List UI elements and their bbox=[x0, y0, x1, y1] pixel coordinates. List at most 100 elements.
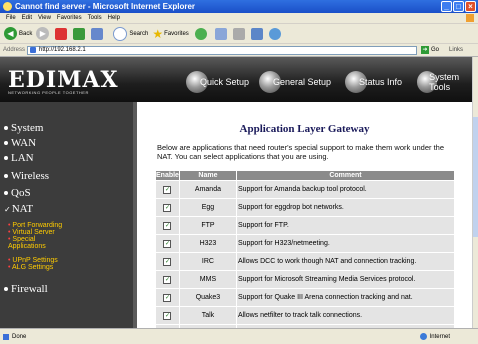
sidebar-item-label: NAT bbox=[11, 203, 34, 215]
table-row: ✓ Talk Allows netfilter to track talk conn… bbox=[156, 307, 454, 324]
table-row: ✓ Amanda Support for Amanda backup tool pr… bbox=[156, 181, 454, 198]
router-banner: EDIMAX NETWORKING PEOPLE TOGETHER Quick … bbox=[0, 57, 478, 102]
nav-system-tools[interactable]: System Tools bbox=[417, 71, 478, 93]
scrollbar-thumb[interactable] bbox=[473, 117, 478, 237]
address-input[interactable]: http://192.168.2.1 bbox=[27, 45, 417, 55]
col-name: Name bbox=[179, 171, 236, 180]
menu-file[interactable]: File bbox=[6, 15, 16, 21]
enable-checkbox[interactable]: ✓ bbox=[163, 185, 172, 194]
search-button[interactable]: Search bbox=[113, 26, 149, 41]
nav-status-info[interactable]: Status Info bbox=[345, 71, 403, 93]
menu-view[interactable]: View bbox=[38, 15, 51, 21]
table-row: ✓ H323 Support for H323/netmeeting. bbox=[156, 235, 454, 252]
sidebar-item-wan[interactable]: WAN bbox=[4, 137, 36, 149]
app-comment: Support for Quake III Arena connection t… bbox=[236, 289, 454, 306]
home-icon bbox=[91, 27, 104, 40]
sidebar-item-qos[interactable]: QoS bbox=[4, 187, 31, 199]
menu-help[interactable]: Help bbox=[108, 15, 120, 21]
messenger-button[interactable] bbox=[268, 27, 283, 40]
favorites-button[interactable]: ★ Favorites bbox=[152, 27, 188, 41]
enable-cell: ✓ bbox=[156, 217, 179, 234]
sidebar-item-wireless[interactable]: Wireless bbox=[4, 170, 49, 182]
stop-button[interactable] bbox=[55, 27, 69, 40]
check-icon: ✓ bbox=[4, 204, 11, 214]
bullet-icon bbox=[4, 287, 8, 291]
close-button[interactable]: × bbox=[465, 1, 476, 12]
app-comment: Support for Amanda backup tool protocol. bbox=[236, 181, 454, 198]
submenu-special-applications[interactable]: • Special Applications bbox=[8, 236, 68, 250]
nav-status-info-label: Status Info bbox=[359, 77, 403, 87]
menu-tools[interactable]: Tools bbox=[88, 15, 102, 21]
back-button[interactable]: ◀ Back bbox=[4, 27, 32, 40]
app-comment: Support for FTP. bbox=[236, 217, 454, 234]
enable-checkbox[interactable]: ✓ bbox=[163, 311, 172, 320]
forward-arrow-icon: ▶ bbox=[36, 27, 50, 40]
vertical-scrollbar[interactable] bbox=[472, 57, 478, 328]
menu-favorites[interactable]: Favorites bbox=[57, 15, 82, 21]
sidebar-item-label: QoS bbox=[11, 187, 31, 199]
sidebar-item-label: WAN bbox=[11, 137, 37, 149]
links-button[interactable]: Links bbox=[449, 47, 463, 53]
enable-cell: ✓ bbox=[156, 199, 179, 216]
alg-table: Enable Name Comment ✓ Amanda Support for A… bbox=[155, 170, 455, 328]
maximize-button[interactable]: □ bbox=[453, 1, 464, 12]
nav-general-setup[interactable]: General Setup bbox=[259, 71, 331, 93]
nav-quick-setup-label: Quick Setup bbox=[200, 77, 250, 87]
minimize-button[interactable]: _ bbox=[441, 1, 452, 12]
submenu-virtual-server[interactable]: • Virtual Server bbox=[8, 229, 55, 236]
security-zone: Internet bbox=[419, 333, 450, 340]
menu-edit[interactable]: Edit bbox=[22, 15, 32, 21]
bullet-icon bbox=[4, 141, 8, 145]
table-row: ✓ IRC Allows DCC to work though NAT and co… bbox=[156, 253, 454, 270]
mail-icon bbox=[214, 27, 227, 40]
submenu-label: UPnP Settings bbox=[12, 257, 58, 264]
submenu-port-forwarding[interactable]: • Port Forwarding bbox=[8, 222, 62, 229]
enable-checkbox[interactable]: ✓ bbox=[163, 275, 172, 284]
col-enable: Enable bbox=[156, 171, 179, 180]
address-bar: Address http://192.168.2.1 ➜ Go Links bbox=[0, 44, 478, 57]
sidebar-item-nat[interactable]: ✓ NAT bbox=[4, 203, 33, 215]
print-icon bbox=[232, 27, 245, 40]
enable-checkbox[interactable]: ✓ bbox=[163, 293, 172, 302]
window-title: Cannot find server - Microsoft Internet … bbox=[15, 2, 196, 11]
print-button[interactable] bbox=[232, 27, 247, 40]
history-button[interactable] bbox=[194, 27, 209, 40]
windows-logo-icon bbox=[466, 14, 474, 22]
sidebar-item-system[interactable]: System bbox=[4, 122, 43, 134]
sidebar-item-firewall[interactable]: Firewall bbox=[4, 283, 48, 295]
nav-quick-setup[interactable]: Quick Setup bbox=[186, 71, 250, 93]
go-label: Go bbox=[431, 47, 440, 53]
app-name: Quake3 bbox=[179, 289, 236, 306]
menu-bar: File Edit View Favorites Tools Help bbox=[0, 13, 478, 24]
stop-icon bbox=[55, 27, 68, 40]
sidebar: System WAN LAN Wireless QoS ✓ NAT • Port… bbox=[0, 102, 137, 328]
enable-checkbox[interactable]: ✓ bbox=[163, 221, 172, 230]
enable-checkbox[interactable]: ✓ bbox=[163, 239, 172, 248]
home-button[interactable] bbox=[91, 27, 105, 40]
enable-checkbox[interactable]: ✓ bbox=[163, 257, 172, 266]
go-button[interactable]: ➜ Go bbox=[421, 46, 439, 54]
mail-button[interactable] bbox=[214, 27, 229, 40]
col-comment: Comment bbox=[236, 171, 454, 180]
sidebar-item-label: LAN bbox=[11, 152, 34, 164]
sidebar-item-lan[interactable]: LAN bbox=[4, 152, 34, 164]
logo-tagline: NETWORKING PEOPLE TOGETHER bbox=[8, 90, 89, 95]
edit-button[interactable] bbox=[250, 27, 265, 40]
submenu-upnp-settings[interactable]: • UPnP Settings bbox=[8, 257, 58, 264]
back-arrow-icon: ◀ bbox=[4, 27, 17, 40]
refresh-button[interactable] bbox=[73, 27, 87, 40]
app-name: IRC bbox=[179, 253, 236, 270]
enable-checkbox[interactable]: ✓ bbox=[163, 203, 172, 212]
submenu-alg-settings[interactable]: • ALG Settings bbox=[8, 264, 53, 271]
address-url: http://192.168.2.1 bbox=[39, 47, 86, 53]
app-comment: Support for eggdrop bot networks. bbox=[236, 199, 454, 216]
enable-cell: ✓ bbox=[156, 307, 179, 324]
submenu-label: Virtual Server bbox=[12, 229, 55, 236]
forward-button[interactable]: ▶ bbox=[36, 27, 51, 40]
enable-cell: ✓ bbox=[156, 253, 179, 270]
main-content: Application Layer Gateway Below are appl… bbox=[137, 102, 472, 328]
status-text: Done bbox=[12, 333, 27, 340]
search-label: Search bbox=[129, 30, 149, 37]
bullet-icon bbox=[4, 191, 8, 195]
go-arrow-icon: ➜ bbox=[421, 46, 429, 54]
